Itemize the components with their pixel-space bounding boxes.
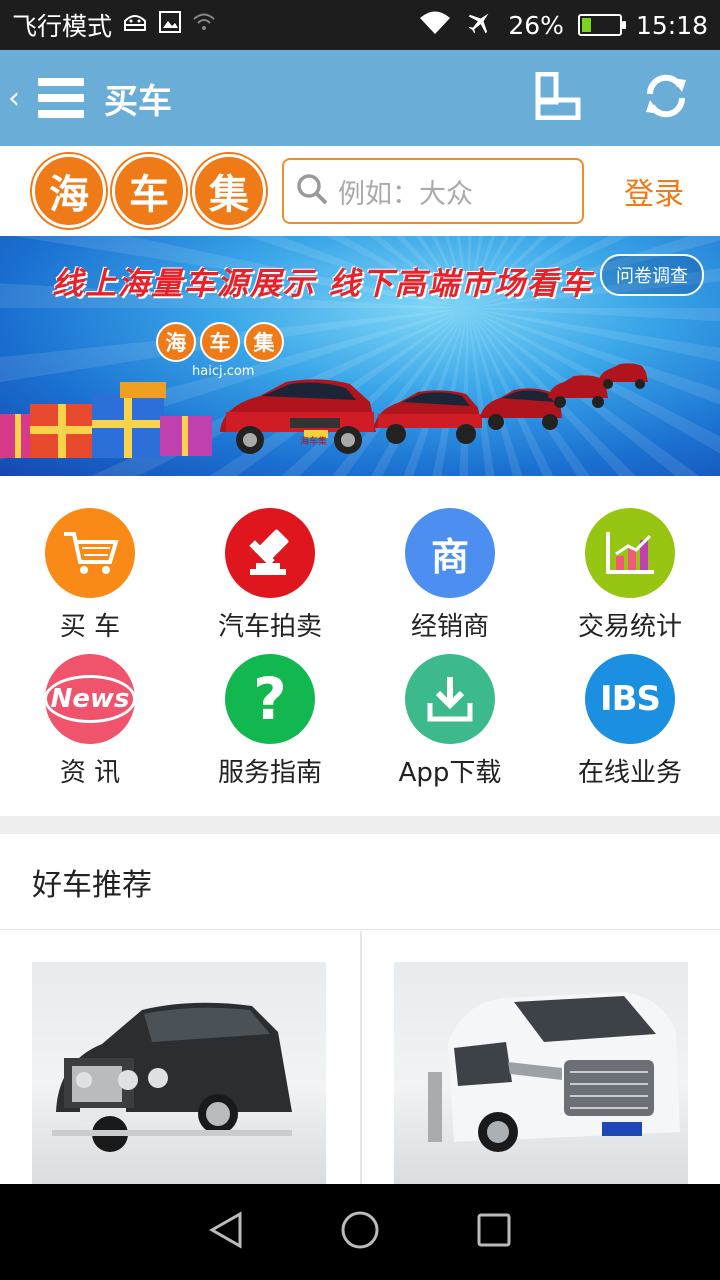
search-placeholder: 例如：大众 [338,178,473,210]
auction-hammer-icon [225,508,315,598]
battery-percent: 26% [508,10,564,40]
banner-cars-illustration: 海车集 [0,363,648,458]
site-logo[interactable]: 海 车 集 [32,154,266,228]
feature-label: 服务指南 [217,758,322,788]
car-card[interactable] [0,931,360,1184]
menu-icon[interactable] [38,78,84,118]
android-debug-icon [122,10,148,40]
news-icon: News [43,654,137,744]
feature-stats[interactable]: 交易统计 [540,508,720,654]
wifi-off-icon [192,10,216,40]
feature-service-guide[interactable]: ? 服务指南 [180,654,360,800]
feature-label: 资 讯 [59,758,121,788]
search-icon [296,173,328,209]
feature-label: 交易统计 [577,612,682,642]
page-title: 买车 [104,81,172,122]
recents-square-icon[interactable] [476,1212,512,1252]
section-title: 好车推荐 [32,867,152,903]
feature-online-business[interactable]: IBS 在线业务 [540,654,720,800]
image-icon [158,10,182,40]
layout-icon[interactable] [534,71,582,124]
battery-level [581,18,591,32]
feature-label: 汽车拍卖 [217,612,322,642]
status-bar: 飞行模式 26% 15:18 [0,0,720,50]
download-icon [405,654,495,744]
feature-label: 经销商 [410,612,489,642]
home-circle-icon[interactable] [340,1210,380,1254]
help-icon: ? [225,654,315,744]
back-chevron-icon[interactable]: ‹ [8,81,30,116]
battery-charging-icon [577,14,626,36]
login-link[interactable]: 登录 [624,169,684,213]
shopping-cart-icon [45,508,135,598]
recommend-header: 好车推荐 [0,834,720,930]
stats-chart-icon [585,508,675,598]
feature-buy-car[interactable]: 买 车 [0,508,180,654]
dealer-icon: 商 [405,508,495,598]
header-row: 海 车 集 例如：大众 登录 [0,146,720,236]
car-card[interactable] [360,931,720,1184]
airplane-icon [466,8,494,42]
feature-label: 买 车 [59,612,121,642]
system-nav-bar [0,1184,720,1280]
banner-plate-label: 海车集 [300,435,327,447]
car-photo[interactable] [32,962,326,1184]
feature-dealer[interactable]: 商 经销商 [360,508,540,654]
promo-banner[interactable]: 线上海量车源展示 线下高端市场看车 问卷调查 海 车 集 haicj.com 海… [0,236,720,476]
feature-label: App下载 [398,758,502,788]
airplane-mode-label: 飞行模式 [12,12,113,41]
car-photo[interactable] [394,962,688,1184]
refresh-icon[interactable] [642,72,690,124]
ibs-icon: IBS [585,654,675,744]
feature-app-download[interactable]: App下载 [360,654,540,800]
logo-char: 海 [32,154,106,228]
logo-char: 车 [112,154,186,228]
app-bar: ‹ 买车 [0,50,720,146]
feature-news[interactable]: News 资 讯 [0,654,180,800]
logo-char: 集 [192,154,266,228]
search-input[interactable]: 例如：大众 [282,158,584,224]
feature-grid: 买 车 汽车拍卖 商 经销商 交易统计 News 资 讯 ? 服务指南 App下 [0,476,720,816]
recommend-cards [0,931,720,1184]
feature-auction[interactable]: 汽车拍卖 [180,508,360,654]
section-divider [0,816,720,834]
back-triangle-icon[interactable] [208,1210,244,1254]
feature-label: 在线业务 [577,758,682,788]
clock: 15:18 [635,10,708,40]
wifi-icon [418,9,452,41]
